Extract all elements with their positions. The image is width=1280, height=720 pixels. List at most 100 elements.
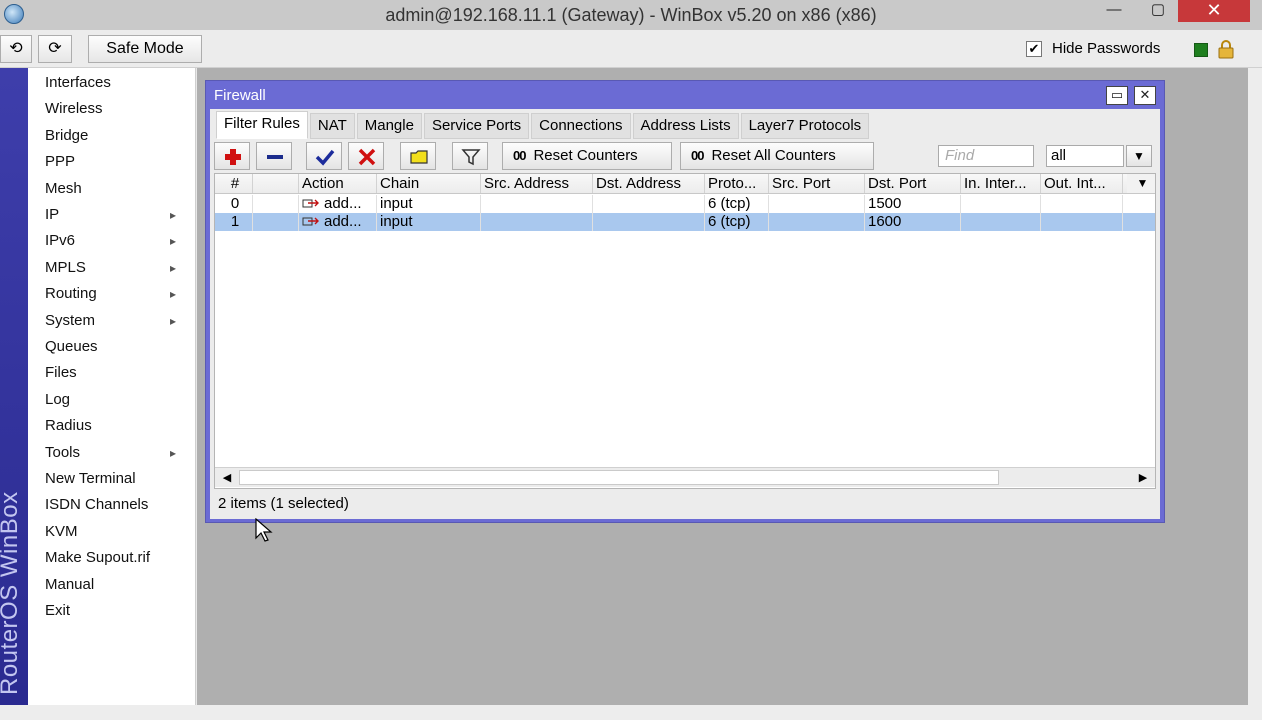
- table-cell: [253, 213, 299, 231]
- comment-button[interactable]: [400, 142, 436, 170]
- maximize-button[interactable]: ▢: [1138, 0, 1178, 22]
- menu-item-ipv6[interactable]: IPv6 ▸: [28, 228, 194, 254]
- menu-item-label: KVM: [45, 522, 78, 540]
- column-header[interactable]: Proto...: [705, 174, 769, 193]
- cell-dport: 1500: [865, 195, 961, 213]
- mouse-cursor-icon: [255, 518, 273, 542]
- menu-item-routing[interactable]: Routing ▸: [28, 281, 194, 307]
- bottom-border: [0, 705, 1262, 720]
- column-chooser-icon[interactable]: ▼: [1127, 174, 1155, 193]
- tab-connections[interactable]: Connections: [531, 113, 631, 139]
- reset-counters-button[interactable]: 00 Reset Counters: [502, 142, 672, 170]
- remove-rule-button[interactable]: [256, 142, 292, 170]
- close-button[interactable]: ✕: [1178, 0, 1250, 22]
- cell-src: [481, 195, 593, 213]
- menu-item-label: Log: [45, 390, 71, 408]
- firewall-maximize-button[interactable]: ▭: [1106, 86, 1128, 105]
- horizontal-scrollbar[interactable]: ◀ ▶: [215, 467, 1155, 487]
- filter-dropdown-button[interactable]: ▼: [1126, 145, 1152, 167]
- tab-nat[interactable]: NAT: [309, 113, 355, 139]
- menu-item-tools[interactable]: Tools ▸: [28, 440, 194, 466]
- menu-item-label: Wireless: [45, 100, 103, 118]
- minus-icon: [267, 155, 283, 159]
- filter-button[interactable]: [452, 142, 488, 170]
- safe-mode-button[interactable]: Safe Mode: [88, 35, 202, 63]
- table-header: # Action Chain Src. Address Dst. Address Prot…: [215, 174, 1155, 194]
- menu-item-wireless[interactable]: Wireless: [28, 96, 194, 122]
- tab-mangle[interactable]: Mangle: [356, 113, 422, 139]
- menu-item-mpls[interactable]: MPLS ▸: [28, 255, 194, 281]
- window-title: admin@192.168.11.1 (Gateway) - WinBox v5…: [385, 5, 877, 25]
- menu-item-files[interactable]: Files: [28, 360, 194, 386]
- add-rule-button[interactable]: [214, 142, 250, 170]
- column-header[interactable]: #: [215, 174, 253, 193]
- submenu-arrow-icon: ▸: [170, 287, 177, 302]
- filter-icon: [461, 149, 481, 166]
- menu-item-interfaces[interactable]: Interfaces: [28, 70, 194, 96]
- filter-select[interactable]: all: [1046, 145, 1124, 167]
- undo-icon: ⟲: [9, 40, 23, 57]
- menu-item-label: System: [45, 311, 96, 329]
- menu-item-radius[interactable]: Radius: [28, 413, 194, 439]
- menu-item-label: MPLS: [45, 258, 86, 276]
- cell-chain: input: [377, 213, 481, 231]
- menu-item-manual[interactable]: Manual: [28, 572, 194, 598]
- menu-item-mesh[interactable]: Mesh: [28, 176, 194, 202]
- table-row[interactable]: 0 add... input 6 (tcp) 1500: [215, 195, 1155, 213]
- menu-item-label: PPP: [45, 153, 76, 171]
- column-header[interactable]: Src. Address: [481, 174, 593, 193]
- menu-item-ppp[interactable]: PPP: [28, 149, 194, 175]
- redo-button[interactable]: ⟳: [38, 35, 72, 63]
- tab-filter-rules[interactable]: Filter Rules: [216, 111, 308, 139]
- title-bar: admin@192.168.11.1 (Gateway) - WinBox v5…: [0, 0, 1262, 30]
- menu-item-kvm[interactable]: KVM: [28, 519, 194, 545]
- menu-item-isdn-channels[interactable]: ISDN Channels: [28, 492, 194, 518]
- column-header[interactable]: Action: [299, 174, 377, 193]
- hide-passwords-checkbox[interactable]: ✔: [1026, 40, 1042, 57]
- find-input[interactable]: Find: [938, 145, 1034, 167]
- cell-sport: [769, 213, 865, 231]
- menu-item-log[interactable]: Log: [28, 387, 194, 413]
- menu-item-label: ISDN Channels: [45, 496, 149, 514]
- menu-item-queues[interactable]: Queues: [28, 334, 194, 360]
- scrollbar-thumb[interactable]: [239, 470, 999, 485]
- menu-item-new-terminal[interactable]: New Terminal: [28, 466, 194, 492]
- find-placeholder: Find: [945, 147, 975, 164]
- reset-all-counters-button[interactable]: 00 Reset All Counters: [680, 142, 874, 170]
- menu-item-label: Exit: [45, 602, 71, 619]
- menu-item-label: Tools: [45, 443, 81, 461]
- menu-item-exit[interactable]: Exit: [28, 598, 194, 624]
- firewall-window-title: Firewall: [214, 87, 266, 104]
- column-header[interactable]: Out. Int...: [1041, 174, 1123, 193]
- menu-item-bridge[interactable]: Bridge: [28, 123, 194, 149]
- tab-address-lists[interactable]: Address Lists: [632, 113, 739, 139]
- column-header[interactable]: Dst. Port: [865, 174, 961, 193]
- tab-layer7-protocols[interactable]: Layer7 Protocols: [740, 113, 870, 139]
- cell-num: 0: [215, 195, 253, 213]
- firewall-window[interactable]: Firewall ▭ ✕ Filter Rules NAT Mangle Servic…: [205, 80, 1165, 523]
- menu-item-label: Bridge: [45, 126, 89, 144]
- check-icon: [315, 149, 335, 166]
- column-header[interactable]: In. Inter...: [961, 174, 1041, 193]
- cell-proto: 6 (tcp): [705, 213, 769, 231]
- minimize-button[interactable]: —: [1094, 0, 1134, 22]
- enable-rule-button[interactable]: [306, 142, 342, 170]
- firewall-close-button[interactable]: ✕: [1134, 86, 1156, 105]
- submenu-arrow-icon: ▸: [170, 313, 177, 328]
- disable-rule-button[interactable]: [348, 142, 384, 170]
- hide-passwords-toggle[interactable]: ✔ Hide Passwords: [1026, 40, 1160, 57]
- table-row[interactable]: 1 add... input 6 (tcp) 1600: [215, 213, 1155, 231]
- menu-item-make-supout-rif[interactable]: Make Supout.rif: [28, 545, 194, 571]
- column-header[interactable]: Chain: [377, 174, 481, 193]
- scroll-left-icon[interactable]: ◀: [217, 469, 237, 487]
- column-header[interactable]: Dst. Address: [593, 174, 705, 193]
- undo-button[interactable]: ⟲: [0, 35, 32, 63]
- reset-counters-label: Reset Counters: [533, 147, 638, 164]
- status-indicator-icon: [1194, 43, 1208, 57]
- menu-item-system[interactable]: System ▸: [28, 308, 194, 334]
- tab-service-ports[interactable]: Service Ports: [423, 113, 530, 139]
- menu-item-ip[interactable]: IP ▸: [28, 202, 194, 228]
- column-header[interactable]: Src. Port: [769, 174, 865, 193]
- column-header[interactable]: [253, 174, 299, 193]
- scroll-right-icon[interactable]: ▶: [1133, 469, 1153, 487]
